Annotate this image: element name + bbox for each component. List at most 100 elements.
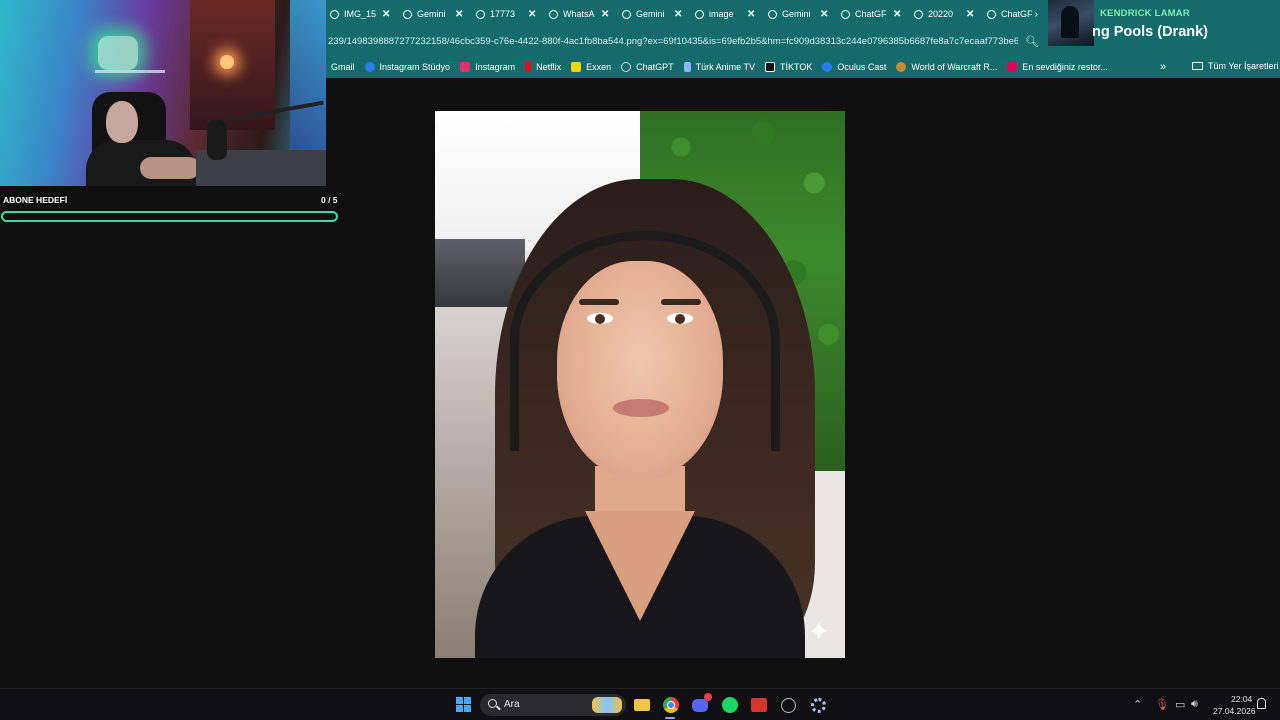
browser-tab[interactable]: Gemini ✕	[764, 0, 837, 28]
globe-icon	[914, 9, 923, 19]
webcam-microphone	[207, 120, 227, 160]
browser-tab[interactable]: image ✕	[691, 0, 764, 28]
photo-left-eye	[587, 313, 613, 324]
settings-gear-icon[interactable]	[808, 695, 828, 715]
clock-date[interactable]: 27.04.2026	[1213, 706, 1256, 716]
news-app-icon[interactable]	[749, 695, 769, 715]
windows-taskbar: Ara ⌃ 🎙︎ ▭ 🔊︎ 22:04 27.04.2026	[0, 688, 1280, 720]
browser-tab[interactable]: IMG_15 ✕	[326, 0, 399, 28]
streamer-webcam	[0, 0, 326, 186]
bookmark-label: Türk Anime TV	[695, 62, 755, 72]
tab-close-icon[interactable]: ✕	[601, 9, 609, 20]
bookmark-label: ChatGPT	[636, 62, 674, 72]
bookmark-world-of-warcraft[interactable]: World of Warcraft R...	[891, 62, 1002, 72]
netflix-icon	[525, 62, 532, 72]
discord-icon[interactable]	[690, 693, 712, 715]
folder-icon	[1192, 62, 1203, 70]
spotify-icon[interactable]	[720, 695, 740, 715]
zoom-icon[interactable]: 🔍︎	[1025, 35, 1039, 48]
webcam-shelf	[95, 70, 165, 73]
tab-close-icon[interactable]: ✕	[893, 9, 901, 20]
browser-tab[interactable]: 17773 ✕	[472, 0, 545, 28]
search-icon	[488, 699, 497, 708]
webcam-lamp	[220, 55, 234, 69]
album-art-figure	[1061, 6, 1079, 38]
microphone-icon[interactable]: 🎙︎	[1155, 698, 1169, 711]
browser-tab[interactable]: Gemini ✕	[399, 0, 472, 28]
tab-title: Gemini	[636, 9, 665, 19]
bookmarks-bar: Gmail Instagram Stüdyo Instagram Netflix…	[326, 56, 1280, 78]
bookmark-instagram-studio[interactable]: Instagram Stüdyo	[360, 62, 456, 72]
browser-tab[interactable]: Gemini ✕	[618, 0, 691, 28]
clock-time[interactable]: 22:04	[1231, 694, 1252, 704]
tab-close-icon[interactable]: ✕	[747, 9, 755, 20]
tab-close-icon[interactable]: ✕	[674, 9, 682, 20]
bookmark-oculus-cast[interactable]: Oculus Cast	[817, 62, 891, 72]
globe-icon	[622, 9, 631, 19]
all-bookmarks-label: Tüm Yer İşaretleri	[1208, 61, 1279, 71]
tab-title: ChatGF	[855, 9, 887, 19]
bookmark-instagram[interactable]: Instagram	[455, 62, 520, 72]
bookmark-label: Netflix	[536, 62, 562, 72]
bookmark-label: World of Warcraft R...	[911, 62, 998, 72]
bookmark-netflix[interactable]: Netflix	[520, 62, 566, 72]
wow-icon	[896, 62, 907, 72]
browser-tab[interactable]: ChatGF ✕	[837, 0, 910, 28]
subscriber-goal-count: 0 / 5	[321, 195, 338, 205]
bookmarks-overflow-icon[interactable]: »	[1160, 61, 1166, 73]
browser-tab[interactable]: 20220 ✕	[910, 0, 983, 28]
tab-close-icon[interactable]: ✕	[528, 9, 536, 20]
active-app-indicator	[665, 717, 675, 719]
tab-close-icon[interactable]: ✕	[382, 9, 390, 20]
exxen-icon	[571, 62, 582, 72]
notification-bell-icon[interactable]	[1257, 698, 1266, 709]
taskbar-search-box[interactable]: Ara	[480, 694, 626, 716]
bookmark-restaurant[interactable]: En sevdiğiniz restor...	[1002, 62, 1113, 72]
chrome-icon[interactable]	[661, 695, 681, 715]
globe-icon	[330, 9, 339, 19]
steam-icon[interactable]	[778, 695, 798, 715]
all-bookmarks-button[interactable]: Tüm Yer İşaretleri	[1192, 61, 1279, 71]
network-icon[interactable]: ▭	[1175, 698, 1185, 711]
bookmark-label: Instagram Stüdyo	[379, 62, 451, 72]
bookmark-chatgpt[interactable]: ChatGPT	[616, 62, 679, 72]
chatgpt-icon	[621, 62, 632, 72]
album-art	[1048, 0, 1094, 46]
globe-icon	[403, 9, 412, 19]
tab-close-icon[interactable]: ✕	[455, 9, 463, 20]
tab-close-icon[interactable]: ✕	[820, 9, 828, 20]
globe-icon	[476, 9, 485, 19]
tab-title: 20220	[928, 9, 954, 19]
tab-title: WhatsA	[563, 9, 595, 19]
anime-icon	[683, 62, 691, 72]
chevron-right-icon[interactable]: ›	[1035, 9, 1038, 20]
bookmark-label: En sevdiğiniz restor...	[1022, 62, 1108, 72]
viewed-image: ✦	[435, 111, 845, 658]
bookmark-label: Gmail	[331, 62, 355, 72]
bookmark-exxen[interactable]: Exxen	[566, 62, 616, 72]
subscriber-goal-label: ABONE HEDEFİ	[3, 195, 68, 205]
address-bar[interactable]: 239/1498398887277232158/46cbc359-c76e-44…	[326, 28, 1048, 56]
meta-icon	[364, 62, 375, 72]
photo-left-brow	[579, 299, 619, 305]
globe-icon	[841, 9, 850, 19]
tab-close-icon[interactable]: ✕	[966, 9, 974, 20]
tab-title: ChatGF	[1001, 9, 1033, 19]
tray-chevron-up-icon[interactable]: ⌃	[1133, 698, 1142, 711]
notification-badge-icon	[704, 693, 712, 701]
file-explorer-icon[interactable]	[632, 695, 652, 715]
bookmark-gmail[interactable]: Gmail	[326, 62, 360, 72]
now-playing-widget: KENDRICK LAMAR ng Pools (Drank)	[1046, 0, 1280, 56]
globe-icon	[695, 9, 704, 19]
windows-start-icon[interactable]	[454, 695, 474, 715]
meta-icon	[822, 62, 833, 72]
volume-icon[interactable]: 🔊︎	[1191, 698, 1198, 711]
browser-tab[interactable]: WhatsA ✕	[545, 0, 618, 28]
instagram-icon	[460, 62, 471, 72]
bookmark-tiktok[interactable]: TİKTOK	[760, 62, 817, 72]
globe-icon	[768, 9, 777, 19]
bookmark-turk-anime-tv[interactable]: Türk Anime TV	[679, 62, 760, 72]
address-url[interactable]: 239/1498398887277232158/46cbc359-c76e-44…	[328, 36, 1018, 47]
photo-right-eye	[667, 313, 693, 324]
browser-tab[interactable]: ChatGF ›	[983, 0, 1038, 28]
